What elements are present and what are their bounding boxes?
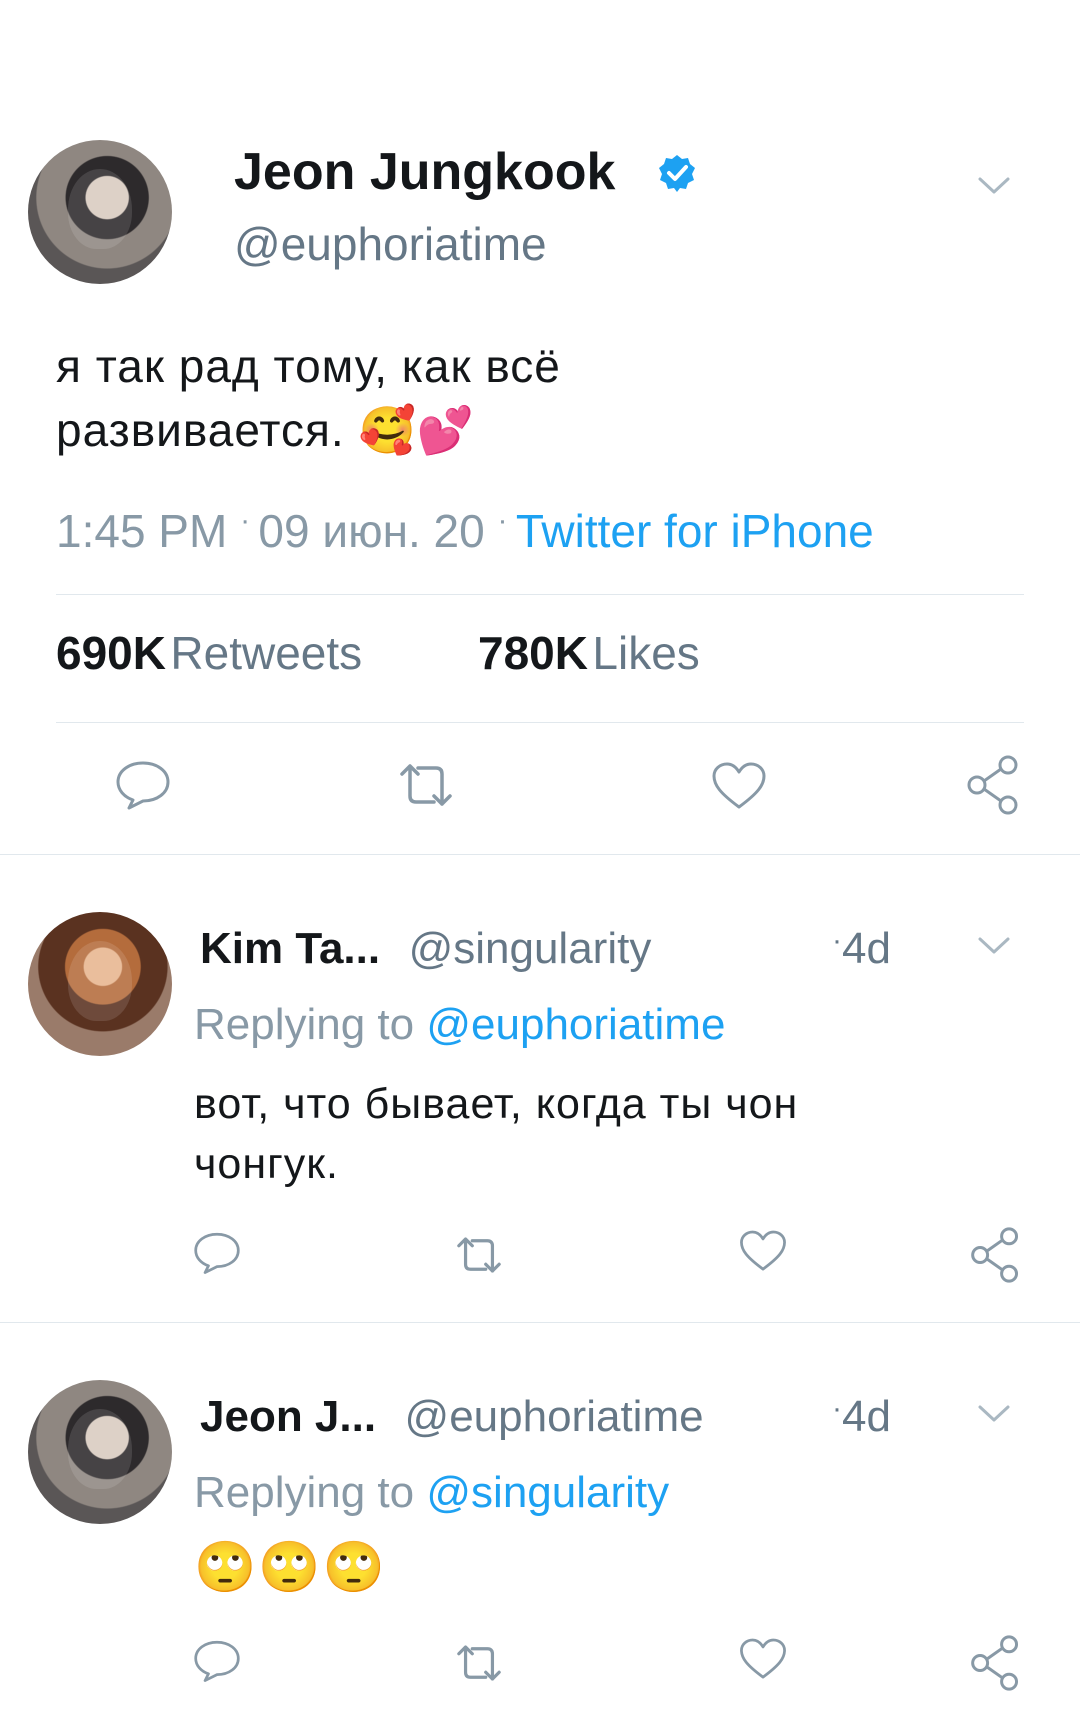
tweet-date: 09 июн. 20: [258, 505, 485, 557]
reply-author-name[interactable]: Kim Ta...: [200, 924, 380, 973]
verified-badge-icon: [657, 153, 697, 193]
replying-to: Replying to @singularity: [194, 1468, 669, 1518]
like-icon[interactable]: [710, 760, 768, 812]
replying-to-label: Replying to: [194, 1468, 415, 1517]
tweet-source-link[interactable]: Twitter for iPhone: [516, 505, 874, 557]
reply-text-line-2: чонгук.: [194, 1140, 340, 1188]
tweet-text: я так рад тому, как всё развивается. 🥰💕: [56, 334, 1046, 462]
reply-icon[interactable]: [192, 1638, 242, 1684]
reply-author-handle[interactable]: @singularity: [409, 924, 652, 973]
reply-emojis: 🙄🙄🙄: [194, 1538, 387, 1596]
meta-separator: ·: [832, 1392, 842, 1425]
reply-icon[interactable]: [114, 758, 172, 812]
author-avatar[interactable]: [28, 140, 172, 284]
reply-time-text: 4d: [842, 1392, 891, 1441]
reply-time: ·4d: [832, 1392, 891, 1442]
likes-stat[interactable]: 780K Likes: [478, 626, 700, 680]
replying-to: Replying to @euphoriatime: [194, 1000, 725, 1050]
likes-label: Likes: [592, 627, 700, 679]
retweets-count: 690K: [56, 627, 166, 679]
meta-separator: ·: [240, 504, 259, 537]
like-icon[interactable]: [738, 1228, 788, 1274]
reply-header: Kim Ta... @singularity: [200, 924, 920, 974]
author-name-text: Jeon Jungkook: [234, 143, 616, 201]
like-icon[interactable]: [738, 1636, 788, 1682]
reply-time: ·4d: [832, 924, 891, 974]
share-icon[interactable]: [968, 1226, 1024, 1284]
replying-to-link[interactable]: @euphoriatime: [426, 1000, 725, 1049]
replying-to-link[interactable]: @singularity: [426, 1468, 669, 1517]
chevron-down-icon[interactable]: [974, 170, 1014, 200]
divider: [0, 854, 1080, 855]
retweet-icon[interactable]: [452, 1234, 506, 1276]
share-icon[interactable]: [968, 1634, 1024, 1692]
tweet-meta: 1:45 PM · 09 июн. 20 · Twitter for iPhon…: [56, 504, 874, 558]
retweets-stat[interactable]: 690K Retweets: [56, 626, 362, 680]
reply-icon[interactable]: [192, 1230, 242, 1276]
tweet-time: 1:45 PM: [56, 505, 228, 557]
reply-header: Jeon J... @euphoriatime: [200, 1392, 840, 1442]
retweet-icon[interactable]: [394, 760, 458, 810]
reply-avatar[interactable]: [28, 1380, 172, 1524]
divider: [0, 1322, 1080, 1323]
reply-text-line-1: вот, что бывает, когда ты чон: [194, 1080, 799, 1128]
reply-time-text: 4d: [842, 924, 891, 973]
share-icon[interactable]: [964, 754, 1024, 816]
tweet-text-line-2-text: развивается.: [56, 404, 345, 456]
meta-separator: ·: [497, 504, 516, 537]
meta-separator: ·: [832, 924, 842, 957]
chevron-down-icon[interactable]: [974, 930, 1014, 960]
divider: [56, 722, 1024, 723]
reply-author-name[interactable]: Jeon J...: [200, 1392, 376, 1441]
reply-author-handle[interactable]: @euphoriatime: [405, 1392, 704, 1441]
chevron-down-icon[interactable]: [974, 1398, 1014, 1428]
replying-to-label: Replying to: [194, 1000, 415, 1049]
author-name[interactable]: Jeon Jungkook: [234, 142, 615, 202]
divider: [56, 594, 1024, 595]
reply-text: вот, что бывает, когда ты чон чонгук.: [194, 1074, 1054, 1194]
tweet-emojis: 🥰💕: [358, 403, 476, 457]
tweet-text-line-1: я так рад тому, как всё: [56, 340, 561, 392]
author-handle[interactable]: @euphoriatime: [234, 217, 547, 271]
tweet-text-line-2: развивается. 🥰💕: [56, 398, 1046, 462]
retweet-icon[interactable]: [452, 1642, 506, 1684]
reply-avatar[interactable]: [28, 912, 172, 1056]
likes-count: 780K: [478, 627, 588, 679]
retweets-label: Retweets: [170, 627, 363, 679]
